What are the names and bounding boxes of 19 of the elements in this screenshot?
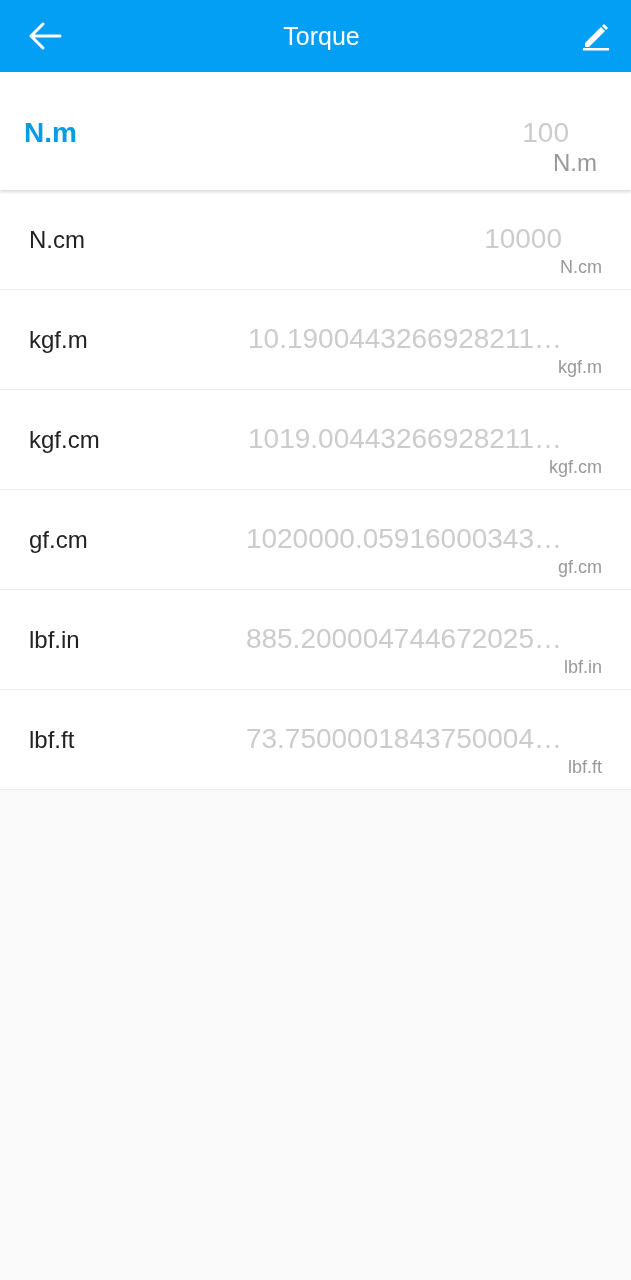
screen-title: Torque — [282, 21, 361, 51]
unit-name: lbf.ft — [29, 726, 75, 754]
unit-name: kgf.m — [29, 326, 88, 354]
unit-name: lbf.in — [29, 626, 80, 654]
back-icon — [28, 21, 62, 51]
unit-label: N.cm — [560, 257, 602, 278]
unit-label: gf.cm — [558, 557, 602, 578]
unit-label: N.m — [553, 149, 597, 177]
unit-label: kgf.cm — [549, 457, 602, 478]
back-button[interactable] — [28, 21, 62, 51]
unit-label: kgf.m — [558, 357, 602, 378]
unit-name: gf.cm — [29, 526, 88, 554]
unit-name: kgf.cm — [29, 426, 100, 454]
unit-label: lbf.ft — [568, 757, 602, 778]
unit-label: lbf.in — [563, 657, 602, 678]
unit-name: N.cm — [29, 226, 85, 254]
unit-name: N.m — [24, 117, 77, 149]
edit-button[interactable] — [581, 21, 611, 51]
pencil-icon — [581, 21, 611, 51]
